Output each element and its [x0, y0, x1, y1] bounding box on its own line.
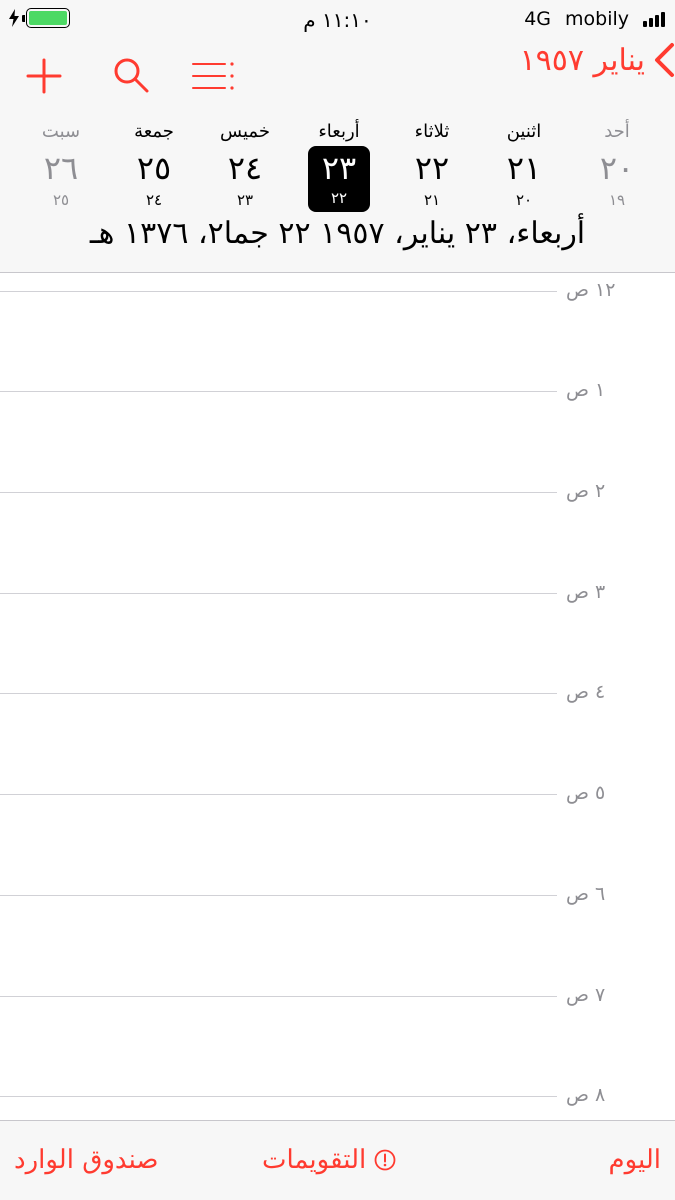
day-sun[interactable]: أحد ٢٠ ١٩ — [572, 120, 662, 210]
day-timeline[interactable]: ١٢ ص ١ ص ٢ ص ٣ ص ٤ ص ٥ ص ٦ ص ٧ ص ٨ ص — [0, 274, 675, 1120]
day-name: جمعة — [134, 121, 174, 142]
hour-line — [0, 391, 557, 392]
signal-strength-icon — [643, 11, 665, 27]
alert-circle-icon — [374, 1149, 396, 1171]
hour-row: ٥ ص — [0, 782, 675, 804]
hour-label: ٤ ص — [566, 681, 606, 703]
hour-line — [0, 492, 557, 493]
day-number: ٢٠ — [599, 149, 635, 187]
hour-line — [0, 996, 557, 997]
status-right: 4G mobily — [524, 8, 665, 30]
calendars-button[interactable]: التقويمات — [262, 1145, 396, 1175]
day-number: ٢٢ — [414, 149, 450, 187]
day-number: ٢٤ — [227, 149, 263, 187]
day-tue[interactable]: ثلاثاء ٢٢ ٢١ — [387, 120, 477, 210]
bottom-toolbar: صندوق الوارد التقويمات اليوم — [0, 1120, 675, 1200]
hijri-number: ٢١ — [423, 191, 441, 209]
hour-row: ٤ ص — [0, 681, 675, 703]
today-label: اليوم — [608, 1145, 661, 1175]
day-name: ثلاثاء — [414, 121, 450, 142]
day-wed-selected[interactable]: أربعاء ٢٣ ٢٢ — [294, 120, 384, 212]
inbox-button[interactable]: صندوق الوارد — [14, 1145, 159, 1175]
hour-label: ٣ ص — [566, 581, 606, 603]
carrier-name: mobily — [565, 8, 629, 30]
plus-icon — [26, 58, 62, 94]
day-number: ٢٣ — [321, 149, 357, 187]
hour-label: ١ ص — [566, 379, 606, 401]
hour-row: ١٢ ص — [0, 279, 675, 301]
day-fri[interactable]: جمعة ٢٥ ٢٤ — [109, 120, 199, 210]
full-date-label: أربعاء، ٢٣ يناير، ١٩٥٧ ٢٢ جما٢، ١٣٧٦ هـ — [89, 216, 586, 251]
hour-row: ٨ ص — [0, 1084, 675, 1106]
day-name: خميس — [220, 121, 270, 142]
week-strip: سبت ٢٦ ٢٥ جمعة ٢٥ ٢٤ خميس ٢٤ ٢٣ أربعاء ٢… — [0, 120, 675, 220]
hijri-number: ٢٥ — [52, 191, 70, 209]
inbox-label: صندوق الوارد — [14, 1145, 159, 1175]
hijri-number: ٢٤ — [145, 191, 163, 209]
hour-line — [0, 895, 557, 896]
hour-line — [0, 291, 557, 292]
hijri-number: ١٩ — [608, 191, 626, 209]
hour-row: ٢ ص — [0, 480, 675, 502]
hour-row: ١ ص — [0, 379, 675, 401]
day-number: ٢١ — [506, 149, 542, 187]
hour-label: ٢ ص — [566, 480, 606, 502]
day-sat[interactable]: سبت ٢٦ ٢٥ — [16, 120, 106, 210]
hour-line — [0, 693, 557, 694]
add-event-button[interactable] — [24, 56, 64, 96]
hour-row: ٦ ص — [0, 883, 675, 905]
day-name: سبت — [41, 121, 81, 142]
day-number: ٢٥ — [136, 149, 172, 187]
day-name: اثنين — [506, 121, 542, 142]
calendar-header: يناير ١٩٥٧ سبت ٢٦ ٢٥ جمعة ٢٥ ٢٤ خميس ٢٤ … — [0, 38, 675, 273]
hour-label: ٨ ص — [566, 1084, 606, 1106]
back-label: يناير ١٩٥٧ — [519, 42, 645, 78]
hour-label: ٧ ص — [566, 984, 606, 1006]
day-name: أحد — [604, 121, 630, 142]
search-icon — [114, 58, 149, 93]
list-view-button[interactable] — [190, 56, 236, 96]
status-bar: ١١:١٠ م 4G mobily — [0, 0, 675, 38]
hour-label: ٥ ص — [566, 782, 606, 804]
list-icon — [192, 62, 234, 90]
hour-line — [0, 794, 557, 795]
network-type: 4G — [524, 8, 551, 30]
today-button[interactable]: اليوم — [608, 1145, 661, 1175]
hour-label: ١٢ ص — [566, 279, 616, 301]
search-button[interactable] — [110, 54, 152, 96]
hijri-number: ٢٠ — [515, 191, 533, 209]
hour-line — [0, 593, 557, 594]
hour-line — [0, 1096, 557, 1097]
chevron-left-icon — [655, 43, 674, 77]
calendars-label: التقويمات — [262, 1145, 367, 1175]
hour-row: ٣ ص — [0, 581, 675, 603]
hijri-number: ٢٢ — [330, 189, 348, 207]
day-name: أربعاء — [318, 121, 360, 142]
day-thu[interactable]: خميس ٢٤ ٢٣ — [200, 120, 290, 210]
hour-label: ٦ ص — [566, 883, 606, 905]
day-number: ٢٦ — [43, 149, 79, 187]
hijri-number: ٢٣ — [236, 191, 254, 209]
hour-row: ٧ ص — [0, 984, 675, 1006]
back-to-month-button[interactable]: يناير ١٩٥٧ — [0, 38, 675, 82]
selected-day-highlight: ٢٣ ٢٢ — [308, 146, 370, 212]
day-mon[interactable]: اثنين ٢١ ٢٠ — [479, 120, 569, 210]
